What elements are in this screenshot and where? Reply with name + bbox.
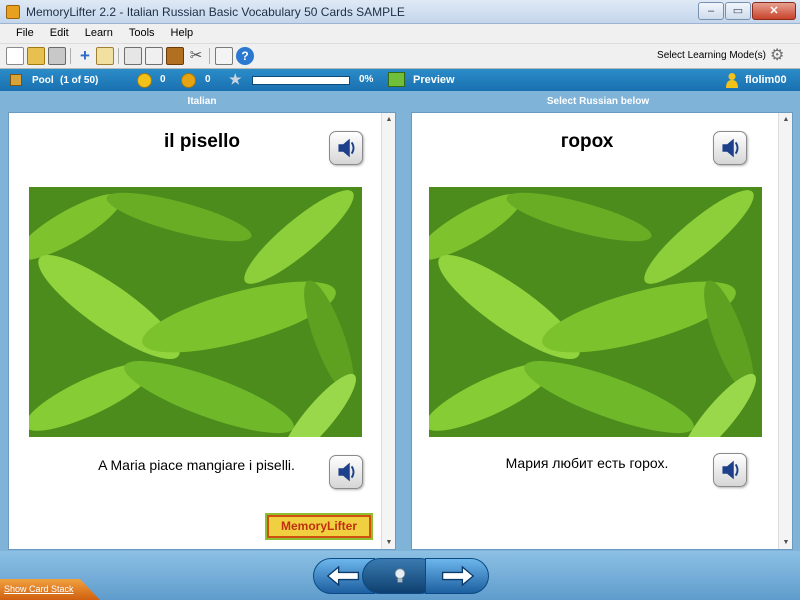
- memorylifter-logo: MemoryLifter: [267, 515, 371, 538]
- speaker-icon: [722, 138, 739, 158]
- close-button[interactable]: ✕: [752, 2, 796, 20]
- answer-card: горох Мария любит есть горох. ▲ ▼: [411, 112, 793, 550]
- print-icon[interactable]: [48, 47, 66, 65]
- answer-card-scrollbar[interactable]: ▲ ▼: [778, 113, 792, 549]
- progress-bar: [252, 76, 350, 85]
- speaker-icon: [338, 138, 355, 158]
- user-name: flolim00: [745, 74, 787, 86]
- edit-icon[interactable]: [96, 47, 114, 65]
- arrow-left-icon: [326, 565, 360, 587]
- question-word-audio-button[interactable]: [329, 131, 363, 165]
- speaker-icon: [722, 460, 739, 480]
- show-card-stack-link[interactable]: Show Card Stack: [4, 584, 74, 594]
- progress-percent: 0%: [359, 74, 374, 85]
- speaker-icon: [338, 462, 355, 482]
- menu-bar: File Edit Learn Tools Help: [0, 24, 800, 44]
- pea-pod-image: [29, 187, 362, 437]
- pea-pod-image: [429, 187, 762, 437]
- menu-edit[interactable]: Edit: [42, 24, 77, 43]
- user-icon: [726, 73, 738, 88]
- statistics-icon[interactable]: [124, 47, 142, 65]
- maximize-button[interactable]: ▭: [725, 2, 751, 20]
- toolbar: + ✂ ? Select Learning Mode(s) ⚙: [0, 44, 800, 69]
- help-icon[interactable]: ?: [236, 47, 254, 65]
- window-title: MemoryLifter 2.2 - Italian Russian Basic…: [26, 5, 405, 19]
- happy-face-icon: [137, 73, 152, 88]
- title-bar: MemoryLifter 2.2 - Italian Russian Basic…: [0, 0, 800, 24]
- menu-learn[interactable]: Learn: [77, 24, 121, 43]
- pool-icon: [10, 74, 22, 86]
- answer-sentence-audio-button[interactable]: [713, 453, 747, 487]
- happy-count: 0: [160, 74, 166, 85]
- pea-pod-picture: [29, 187, 362, 437]
- lightbulb-icon: [394, 568, 406, 583]
- minimize-button[interactable]: –: [698, 2, 724, 20]
- scroll-down-arrow-icon[interactable]: ▼: [779, 539, 793, 546]
- sad-count: 0: [205, 74, 211, 85]
- arrow-right-icon: [441, 565, 475, 587]
- pool-count: (1 of 50): [60, 75, 99, 86]
- print-preview-icon[interactable]: [145, 47, 163, 65]
- add-icon[interactable]: +: [76, 47, 94, 65]
- answer-word-audio-button[interactable]: [713, 131, 747, 165]
- scroll-up-arrow-icon[interactable]: ▲: [382, 116, 396, 123]
- card-box-icon[interactable]: [166, 47, 184, 65]
- new-file-icon[interactable]: [6, 47, 24, 65]
- answer-word: горох: [560, 131, 614, 152]
- lock-icon[interactable]: [215, 47, 233, 65]
- pea-pod-picture: [429, 187, 762, 437]
- menu-tools[interactable]: Tools: [121, 24, 163, 43]
- answer-sentence: Мария любит есть горох.: [505, 455, 669, 471]
- question-card-scrollbar[interactable]: ▲ ▼: [381, 113, 395, 549]
- window-controls: – ▭ ✕: [698, 2, 796, 20]
- learning-mode-label[interactable]: Select Learning Mode(s): [657, 50, 766, 61]
- open-folder-icon[interactable]: [27, 47, 45, 65]
- star-icon: ★: [229, 71, 242, 87]
- next-card-button[interactable]: [425, 558, 489, 594]
- settings-tools-icon[interactable]: ✂: [187, 47, 205, 65]
- toolbar-separator: [118, 48, 119, 64]
- question-sentence: A Maria piace mangiare i piselli.: [98, 457, 295, 473]
- answer-header: Select Russian below: [546, 96, 650, 107]
- preview-icon[interactable]: [388, 72, 405, 87]
- toolbar-separator: [209, 48, 210, 64]
- question-card: il pisello A Maria piace mangiare i pise…: [8, 112, 396, 550]
- question-sentence-audio-button[interactable]: [329, 455, 363, 489]
- memorylifter-app-icon: [6, 5, 20, 19]
- pool-label: Pool: [32, 75, 54, 86]
- question-header: Italian: [187, 96, 217, 107]
- status-bar: Pool (1 of 50) 0 0 ★ 0% Preview flolim00: [0, 69, 800, 91]
- scroll-down-arrow-icon[interactable]: ▼: [382, 539, 396, 546]
- toolbar-separator: [70, 48, 71, 64]
- menu-file[interactable]: File: [8, 24, 42, 43]
- sad-face-icon: [181, 73, 196, 88]
- scroll-up-arrow-icon[interactable]: ▲: [779, 116, 793, 123]
- menu-help[interactable]: Help: [163, 24, 202, 43]
- gear-icon[interactable]: ⚙: [770, 47, 790, 65]
- preview-label[interactable]: Preview: [413, 74, 455, 86]
